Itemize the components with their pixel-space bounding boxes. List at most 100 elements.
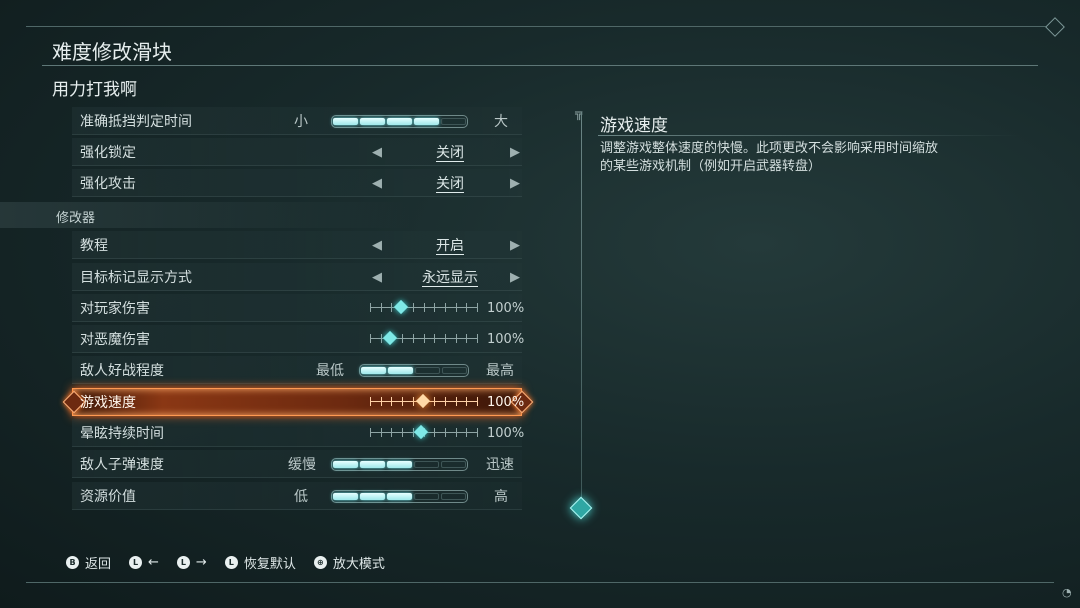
setting-row-enemy-projectile-speed[interactable]: 敌人子弹速度 缓慢 迅速: [72, 450, 522, 478]
setting-row-enhanced-attack[interactable]: 强化攻击 ◀ 关闭 ▶: [72, 169, 522, 197]
slider-tick: [391, 428, 392, 437]
percent-value: 100%: [487, 300, 525, 316]
b-button-icon: B: [66, 556, 79, 569]
tick-slider[interactable]: [370, 299, 478, 316]
left-hint[interactable]: L ←: [129, 553, 159, 572]
slider-tick: [381, 303, 382, 312]
segmented-slider[interactable]: [331, 489, 468, 503]
slider-segment: [333, 460, 358, 468]
title-divider: [42, 65, 1038, 66]
spinner-icon: ◔: [1062, 586, 1072, 599]
setting-row-damage-to-player[interactable]: 对玩家伤害 100%: [72, 294, 525, 322]
slider-tick: [445, 303, 446, 312]
arrow-right-icon[interactable]: ▶: [510, 270, 520, 285]
slider-tick: [391, 303, 392, 312]
slider-tick: [477, 428, 478, 437]
slider-tick: [445, 334, 446, 343]
setting-label: 对玩家伤害: [80, 301, 150, 317]
setting-row-parry-window[interactable]: 准确抵挡判定时间 小 大: [72, 107, 522, 135]
setting-label: 强化攻击: [80, 176, 136, 192]
option-value: 开启: [436, 238, 464, 255]
arrow-left-icon[interactable]: ◀: [372, 238, 382, 253]
scroll-thumb-icon[interactable]: [569, 496, 593, 520]
back-label: 返回: [85, 557, 112, 572]
bottom-frame-line: [26, 582, 1054, 583]
arrow-left-icon[interactable]: ◀: [372, 145, 382, 160]
setting-label: 对恶魔伤害: [80, 332, 150, 348]
slider-segment: [387, 117, 412, 125]
arrow-left-icon[interactable]: ◀: [372, 176, 382, 191]
slider-segment: [388, 366, 413, 374]
option-value: 永远显示: [422, 270, 478, 287]
slider-tick: [413, 334, 414, 343]
slider-tick: [456, 428, 457, 437]
arrow-right-icon[interactable]: ▶: [510, 238, 520, 253]
slider-max-label: 高: [494, 489, 508, 505]
slider-tick: [381, 397, 382, 406]
slider-knob[interactable]: [382, 330, 398, 346]
slider-tick: [370, 334, 371, 343]
setting-label: 资源价值: [80, 489, 136, 505]
tick-slider[interactable]: [370, 330, 478, 347]
setting-row-target-marker[interactable]: 目标标记显示方式 ◀ 永远显示 ▶: [72, 263, 522, 291]
slider-tick: [466, 334, 467, 343]
setting-row-enhanced-lock[interactable]: 强化锁定 ◀ 关闭 ▶: [72, 138, 522, 166]
arrow-right-icon[interactable]: ▶: [510, 145, 520, 160]
slider-segment: [441, 460, 466, 468]
tick-slider[interactable]: [370, 424, 478, 441]
description-divider: [598, 135, 1020, 136]
setting-row-enemy-aggression[interactable]: 敌人好战程度 最低 最高: [72, 356, 522, 384]
slider-knob[interactable]: [413, 424, 429, 440]
setting-row-game-speed[interactable]: 游戏速度 100%: [62, 388, 534, 416]
zoom-button-icon: ⊕: [313, 556, 327, 569]
setting-row-resource-value[interactable]: 资源价值 低 高: [72, 482, 522, 510]
setting-row-damage-to-demons[interactable]: 对恶魔伤害 100%: [72, 325, 525, 353]
setting-label: 敌人子弹速度: [80, 457, 164, 473]
slider-tick: [477, 303, 478, 312]
slider-segment: [414, 117, 439, 125]
segmented-slider[interactable]: [331, 457, 468, 471]
slider-tick: [456, 303, 457, 312]
slider-tick: [466, 397, 467, 406]
slider-segment: [360, 492, 385, 500]
zoom-label: 放大模式: [332, 557, 385, 572]
tick-slider[interactable]: [370, 393, 478, 410]
slider-tick: [370, 428, 371, 437]
segmented-slider[interactable]: [331, 114, 468, 128]
slider-tick: [434, 303, 435, 312]
arrow-left-icon[interactable]: ◀: [372, 270, 382, 285]
slider-segment: [360, 460, 385, 468]
slider-segment: [442, 366, 467, 374]
slider-knob[interactable]: [393, 299, 409, 315]
reset-hint[interactable]: L 恢复默认: [224, 553, 296, 572]
slider-segment: [387, 460, 412, 468]
frame-corner-ornament: [1045, 17, 1065, 37]
section-title: 用力打我啊: [52, 80, 137, 100]
setting-row-stun-duration[interactable]: 晕眩持续时间 100%: [72, 419, 525, 447]
slider-tick: [402, 397, 403, 406]
slider-tick: [456, 334, 457, 343]
slider-max-label: 大: [494, 114, 508, 130]
slider-max-label: 最高: [486, 363, 514, 379]
right-hint[interactable]: L →: [176, 553, 207, 572]
back-hint[interactable]: B 返回: [66, 553, 111, 572]
slider-tick: [445, 397, 446, 406]
top-frame-line: [26, 26, 1054, 27]
percent-value: 100%: [487, 331, 525, 347]
slider-min-label: 低: [294, 489, 308, 505]
zoom-hint[interactable]: ⊕ 放大模式: [313, 553, 385, 572]
slider-min-label: 缓慢: [288, 457, 316, 473]
scrollbar-track[interactable]: [581, 112, 582, 512]
slider-max-label: 迅速: [486, 457, 514, 473]
page-title: 难度修改滑块: [52, 40, 172, 64]
setting-row-tutorial[interactable]: 教程 ◀ 开启 ▶: [72, 231, 522, 259]
slider-tick: [434, 397, 435, 406]
slider-tick: [434, 334, 435, 343]
arrow-right-icon[interactable]: ▶: [510, 176, 520, 191]
segmented-slider[interactable]: [359, 363, 469, 377]
percent-value: 100%: [487, 394, 525, 410]
slider-knob[interactable]: [415, 393, 431, 409]
setting-label: 敌人好战程度: [80, 363, 164, 379]
percent-value: 100%: [487, 425, 525, 441]
l-stick-press-icon: L: [224, 556, 238, 569]
